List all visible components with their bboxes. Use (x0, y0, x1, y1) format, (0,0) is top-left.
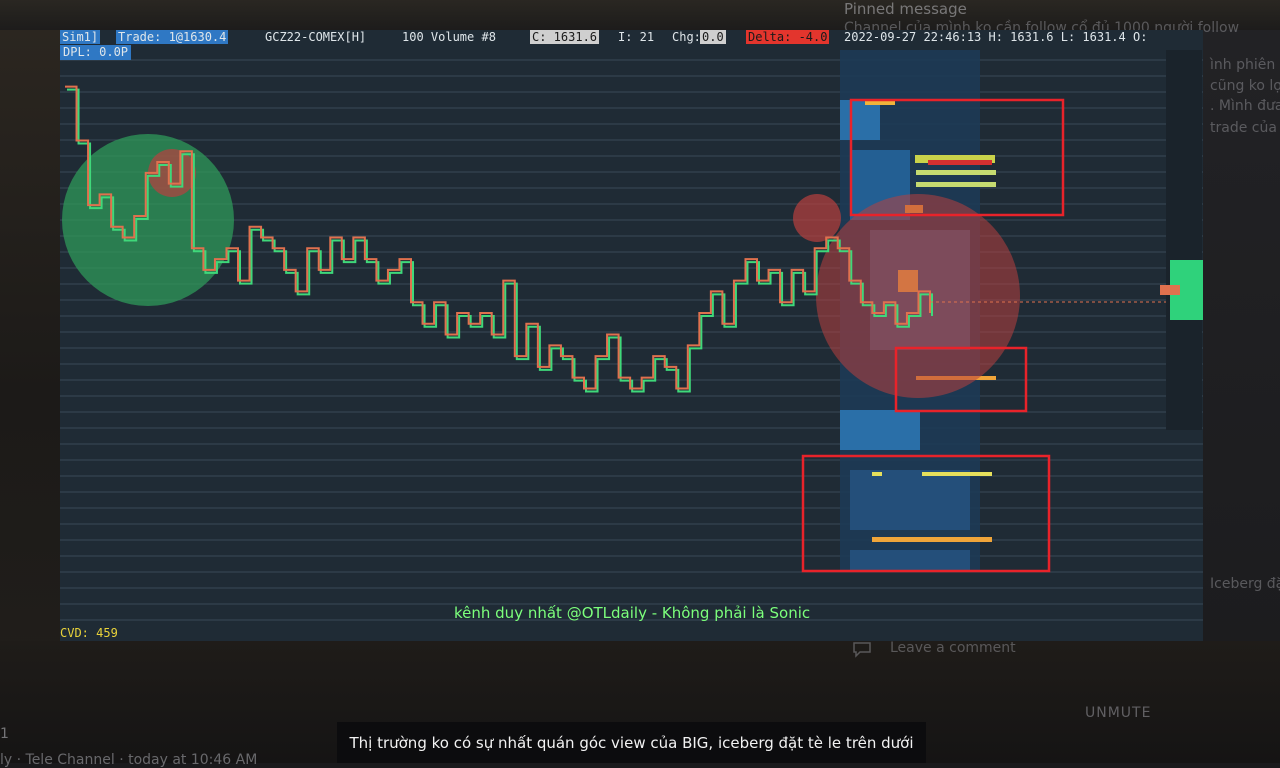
volume-bubble-red (793, 194, 841, 242)
chart-canvas[interactable] (60, 30, 1203, 641)
iceberg-order (928, 160, 992, 165)
depth-cell (840, 410, 920, 450)
iceberg-order (916, 170, 996, 175)
chart-header-bar: Sim1] Trade: 1@1630.4 GCZ22-COMEX[H] 100… (60, 30, 1203, 44)
close-price-label: C: 1631.6 (530, 30, 600, 44)
message-fragment: ình phiên c (1210, 57, 1280, 73)
volume-label: 100 Volume #8 (402, 30, 496, 44)
last-trade-label: Trade: 1@1630.4 (116, 30, 229, 44)
iceberg-order (916, 182, 996, 187)
message-fragment: . Mình đưa (1210, 98, 1280, 114)
leave-comment-link[interactable]: Leave a comment (890, 640, 1016, 656)
channel-watermark: kênh duy nhất @OTLdaily - Không phải là … (454, 604, 811, 622)
depth-cell (840, 100, 880, 140)
depth-cell (850, 550, 970, 570)
sim-account-badge[interactable]: Sim1] (60, 30, 101, 44)
unmute-button[interactable]: UNMUTE (1085, 705, 1151, 721)
change-value: 0.0 (700, 30, 726, 44)
trading-chart-window[interactable]: Sim1] Trade: 1@1630.4 GCZ22-COMEX[H] 100… (60, 30, 1203, 641)
iceberg-order (922, 472, 992, 476)
iceberg-order (872, 472, 882, 476)
ask-volume-bar (1160, 285, 1180, 295)
pinned-message-title[interactable]: Pinned message (844, 0, 967, 18)
message-fragment: trade của (1210, 120, 1277, 136)
depth-cell (850, 470, 970, 530)
video-caption: Thị trường ko có sự nhất quán góc view c… (337, 722, 926, 763)
pnl-badge: DPL: 0.0P (60, 45, 132, 60)
cvd-label: CVD: 459 (60, 626, 118, 640)
dom-column (1166, 50, 1202, 430)
i-value-label: I: 21 (618, 30, 655, 44)
message-fragment: cũng ko lợ (1210, 78, 1280, 94)
comment-icon[interactable] (852, 640, 872, 658)
price-gridlines (60, 59, 1203, 621)
post-meta: ly · Tele Channel · today at 10:46 AM (0, 752, 258, 768)
change-label: Chg: (672, 30, 701, 44)
timestamp-hl: 2022-09-27 22:46:13 H: 1631.6 L: 1631.4 … (844, 30, 1148, 44)
delta-value: Delta: -4.0 (746, 30, 830, 44)
dom-ladder (1160, 50, 1203, 430)
post-counter: 1 (0, 726, 9, 742)
message-fragment: Iceberg đặ (1210, 576, 1280, 592)
instrument-symbol[interactable]: GCZ22-COMEX[H] (263, 30, 368, 44)
iceberg-order (872, 537, 992, 542)
